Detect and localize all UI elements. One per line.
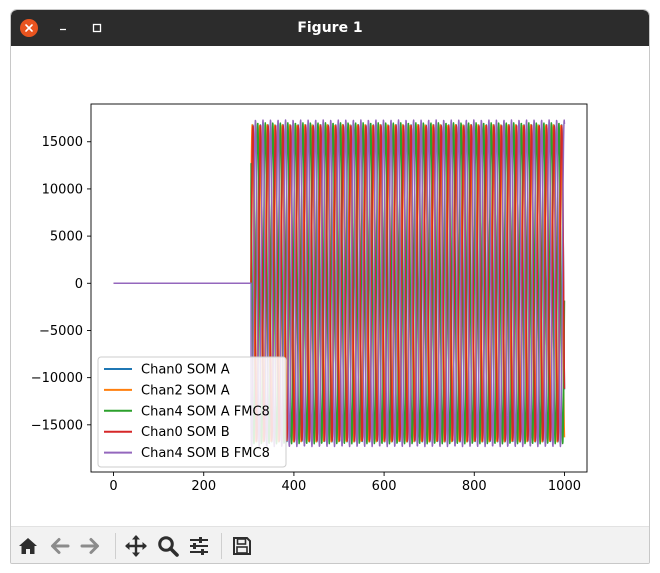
legend-label: Chan0 SOM A <box>141 363 230 378</box>
figure-window: Figure 1 0 200 400 600 800 1000 −15000 −10000 −5… <box>10 9 650 564</box>
legend: Chan0 SOM A Chan2 SOM A Chan4 SOM A FMC8 Ch… <box>97 356 287 468</box>
y-tick-label: −15000 <box>31 418 83 433</box>
figure-canvas[interactable]: 0 200 400 600 800 1000 −15000 −10000 −5000 0 5000 1… <box>11 46 649 526</box>
x-tick-label: 0 <box>109 479 117 494</box>
sliders-icon[interactable] <box>186 533 212 559</box>
x-tick-label: 800 <box>462 479 487 494</box>
x-tick-label: 600 <box>372 479 397 494</box>
magnifier-icon[interactable] <box>155 533 181 559</box>
home-icon[interactable] <box>15 533 41 559</box>
title-bar: Figure 1 <box>11 10 649 46</box>
x-tick-label: 1000 <box>548 479 581 494</box>
y-tick-label: 5000 <box>50 230 83 245</box>
toolbar-separator <box>115 533 116 559</box>
y-tick-label: −5000 <box>39 324 83 339</box>
floppy-icon[interactable] <box>229 533 255 559</box>
y-tick-label: 10000 <box>42 182 83 197</box>
legend-label: Chan2 SOM A <box>141 383 230 398</box>
y-tick-label: −10000 <box>31 371 83 386</box>
x-tick-label: 200 <box>191 479 216 494</box>
x-tick-label: 400 <box>281 479 306 494</box>
arrow-left-icon[interactable] <box>47 533 73 559</box>
arrow-right-icon[interactable] <box>77 533 103 559</box>
legend-label: Chan0 SOM B <box>141 425 230 440</box>
legend-label: Chan4 SOM A FMC8 <box>141 404 270 419</box>
move-icon[interactable] <box>123 533 149 559</box>
legend-label: Chan4 SOM B FMC8 <box>141 446 270 461</box>
line-chart: 0 200 400 600 800 1000 −15000 −10000 −5000 0 5000 1… <box>31 103 588 494</box>
navigation-toolbar <box>11 526 649 563</box>
y-tick-label: 0 <box>75 277 83 292</box>
y-tick-label: 15000 <box>42 135 83 150</box>
window-title: Figure 1 <box>297 20 363 36</box>
toolbar-separator <box>221 533 222 559</box>
